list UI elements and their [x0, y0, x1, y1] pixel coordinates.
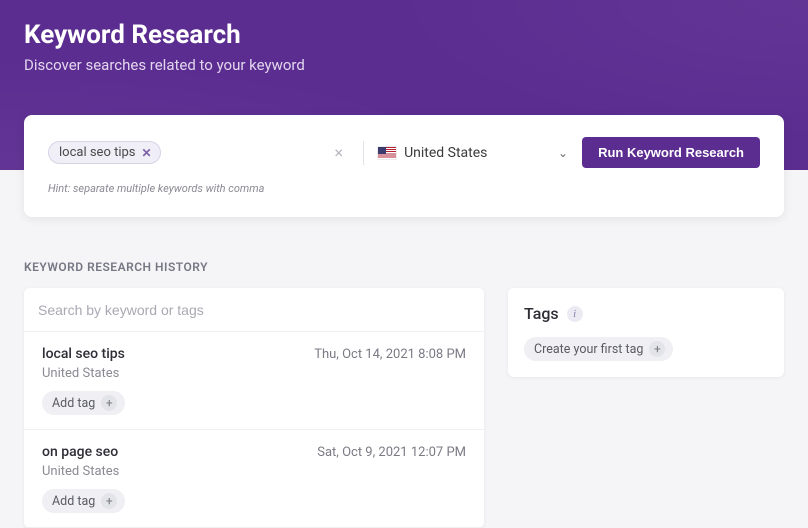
plus-icon: +	[649, 341, 665, 357]
search-card: local seo tips ✕ × United States ⌄ Run K…	[24, 115, 784, 217]
keyword-input[interactable]: local seo tips ✕ ×	[48, 141, 349, 164]
page-title: Keyword Research	[24, 20, 784, 50]
clear-input-icon[interactable]: ×	[329, 143, 350, 162]
add-tag-label: Add tag	[52, 494, 95, 509]
tags-title: Tags	[524, 304, 559, 323]
keyword-hint: Hint: separate multiple keywords with co…	[48, 182, 760, 195]
history-date: Thu, Oct 14, 2021 8:08 PM	[314, 347, 466, 362]
country-label: United States	[404, 145, 487, 161]
history-search-input[interactable]	[38, 302, 470, 318]
history-keyword: local seo tips	[42, 346, 125, 362]
add-tag-button[interactable]: Add tag +	[42, 391, 125, 415]
us-flag-icon	[378, 147, 396, 159]
create-tag-button[interactable]: Create your first tag +	[524, 337, 673, 361]
keyword-chip[interactable]: local seo tips ✕	[48, 141, 161, 164]
create-tag-label: Create your first tag	[534, 342, 643, 357]
plus-icon: +	[101, 395, 117, 411]
history-panel: local seo tips Thu, Oct 14, 2021 8:08 PM…	[24, 288, 484, 528]
add-tag-label: Add tag	[52, 396, 95, 411]
keyword-chip-label: local seo tips	[59, 145, 136, 160]
page-subtitle: Discover searches related to your keywor…	[24, 56, 784, 74]
plus-icon: +	[101, 493, 117, 509]
history-date: Sat, Oct 9, 2021 12:07 PM	[317, 445, 466, 460]
add-tag-button[interactable]: Add tag +	[42, 489, 125, 513]
run-keyword-research-button[interactable]: Run Keyword Research	[582, 137, 760, 168]
divider	[363, 141, 364, 165]
history-item[interactable]: local seo tips Thu, Oct 14, 2021 8:08 PM…	[24, 332, 484, 430]
tags-panel: Tags i Create your first tag +	[508, 288, 784, 377]
history-search-wrap	[24, 288, 484, 332]
history-section-label: KEYWORD RESEARCH HISTORY	[24, 260, 784, 274]
hero-banner: Keyword Research Discover searches relat…	[0, 0, 808, 170]
country-select[interactable]: United States ⌄	[378, 145, 568, 161]
close-icon[interactable]: ✕	[142, 146, 152, 160]
history-country: United States	[42, 366, 466, 381]
info-icon[interactable]: i	[567, 306, 583, 322]
history-country: United States	[42, 464, 466, 479]
chevron-down-icon: ⌄	[558, 146, 568, 160]
history-keyword: on page seo	[42, 444, 118, 460]
history-item[interactable]: on page seo Sat, Oct 9, 2021 12:07 PM Un…	[24, 430, 484, 528]
